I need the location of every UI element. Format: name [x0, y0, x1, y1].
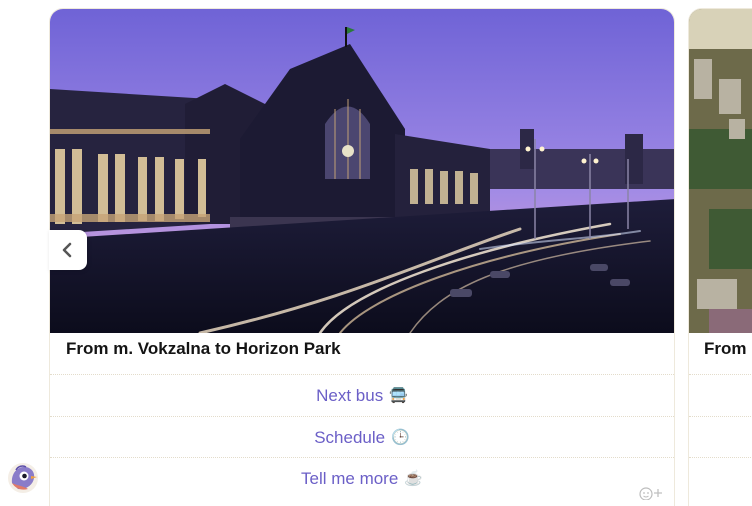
chat-carousel-view: From m. Vokzalna to Horizon Park Next bu…	[0, 0, 752, 506]
route-card: From m. Vokzalna to Horizon Park Next bu…	[49, 8, 675, 506]
add-reaction-icon[interactable]	[636, 486, 666, 500]
bird-avatar-icon	[8, 463, 38, 493]
carousel-prev-button[interactable]	[49, 230, 87, 270]
train-station-image	[50, 9, 674, 333]
schedule-button[interactable]: Schedule 🕒	[50, 416, 674, 458]
route-title-next: From	[704, 339, 747, 358]
tell-me-more-button[interactable]: Tell me more ☕	[50, 457, 674, 499]
next-card-divider-1	[689, 374, 752, 416]
bus-icon: 🚍	[389, 387, 408, 404]
chevron-left-icon	[62, 242, 72, 258]
schedule-label: Schedule	[314, 427, 386, 447]
tell-me-more-label: Tell me more	[301, 468, 399, 488]
clock-icon: 🕒	[391, 429, 410, 446]
next-bus-button[interactable]: Next bus 🚍	[50, 374, 674, 416]
aerial-city-image	[689, 9, 752, 333]
next-card-divider-3	[689, 457, 752, 499]
route-title: From m. Vokzalna to Horizon Park	[66, 339, 341, 358]
next-bus-label: Next bus	[316, 385, 384, 405]
coffee-icon: ☕	[404, 470, 423, 487]
route-card-next[interactable]: From	[688, 8, 752, 506]
next-card-divider-2	[689, 416, 752, 458]
